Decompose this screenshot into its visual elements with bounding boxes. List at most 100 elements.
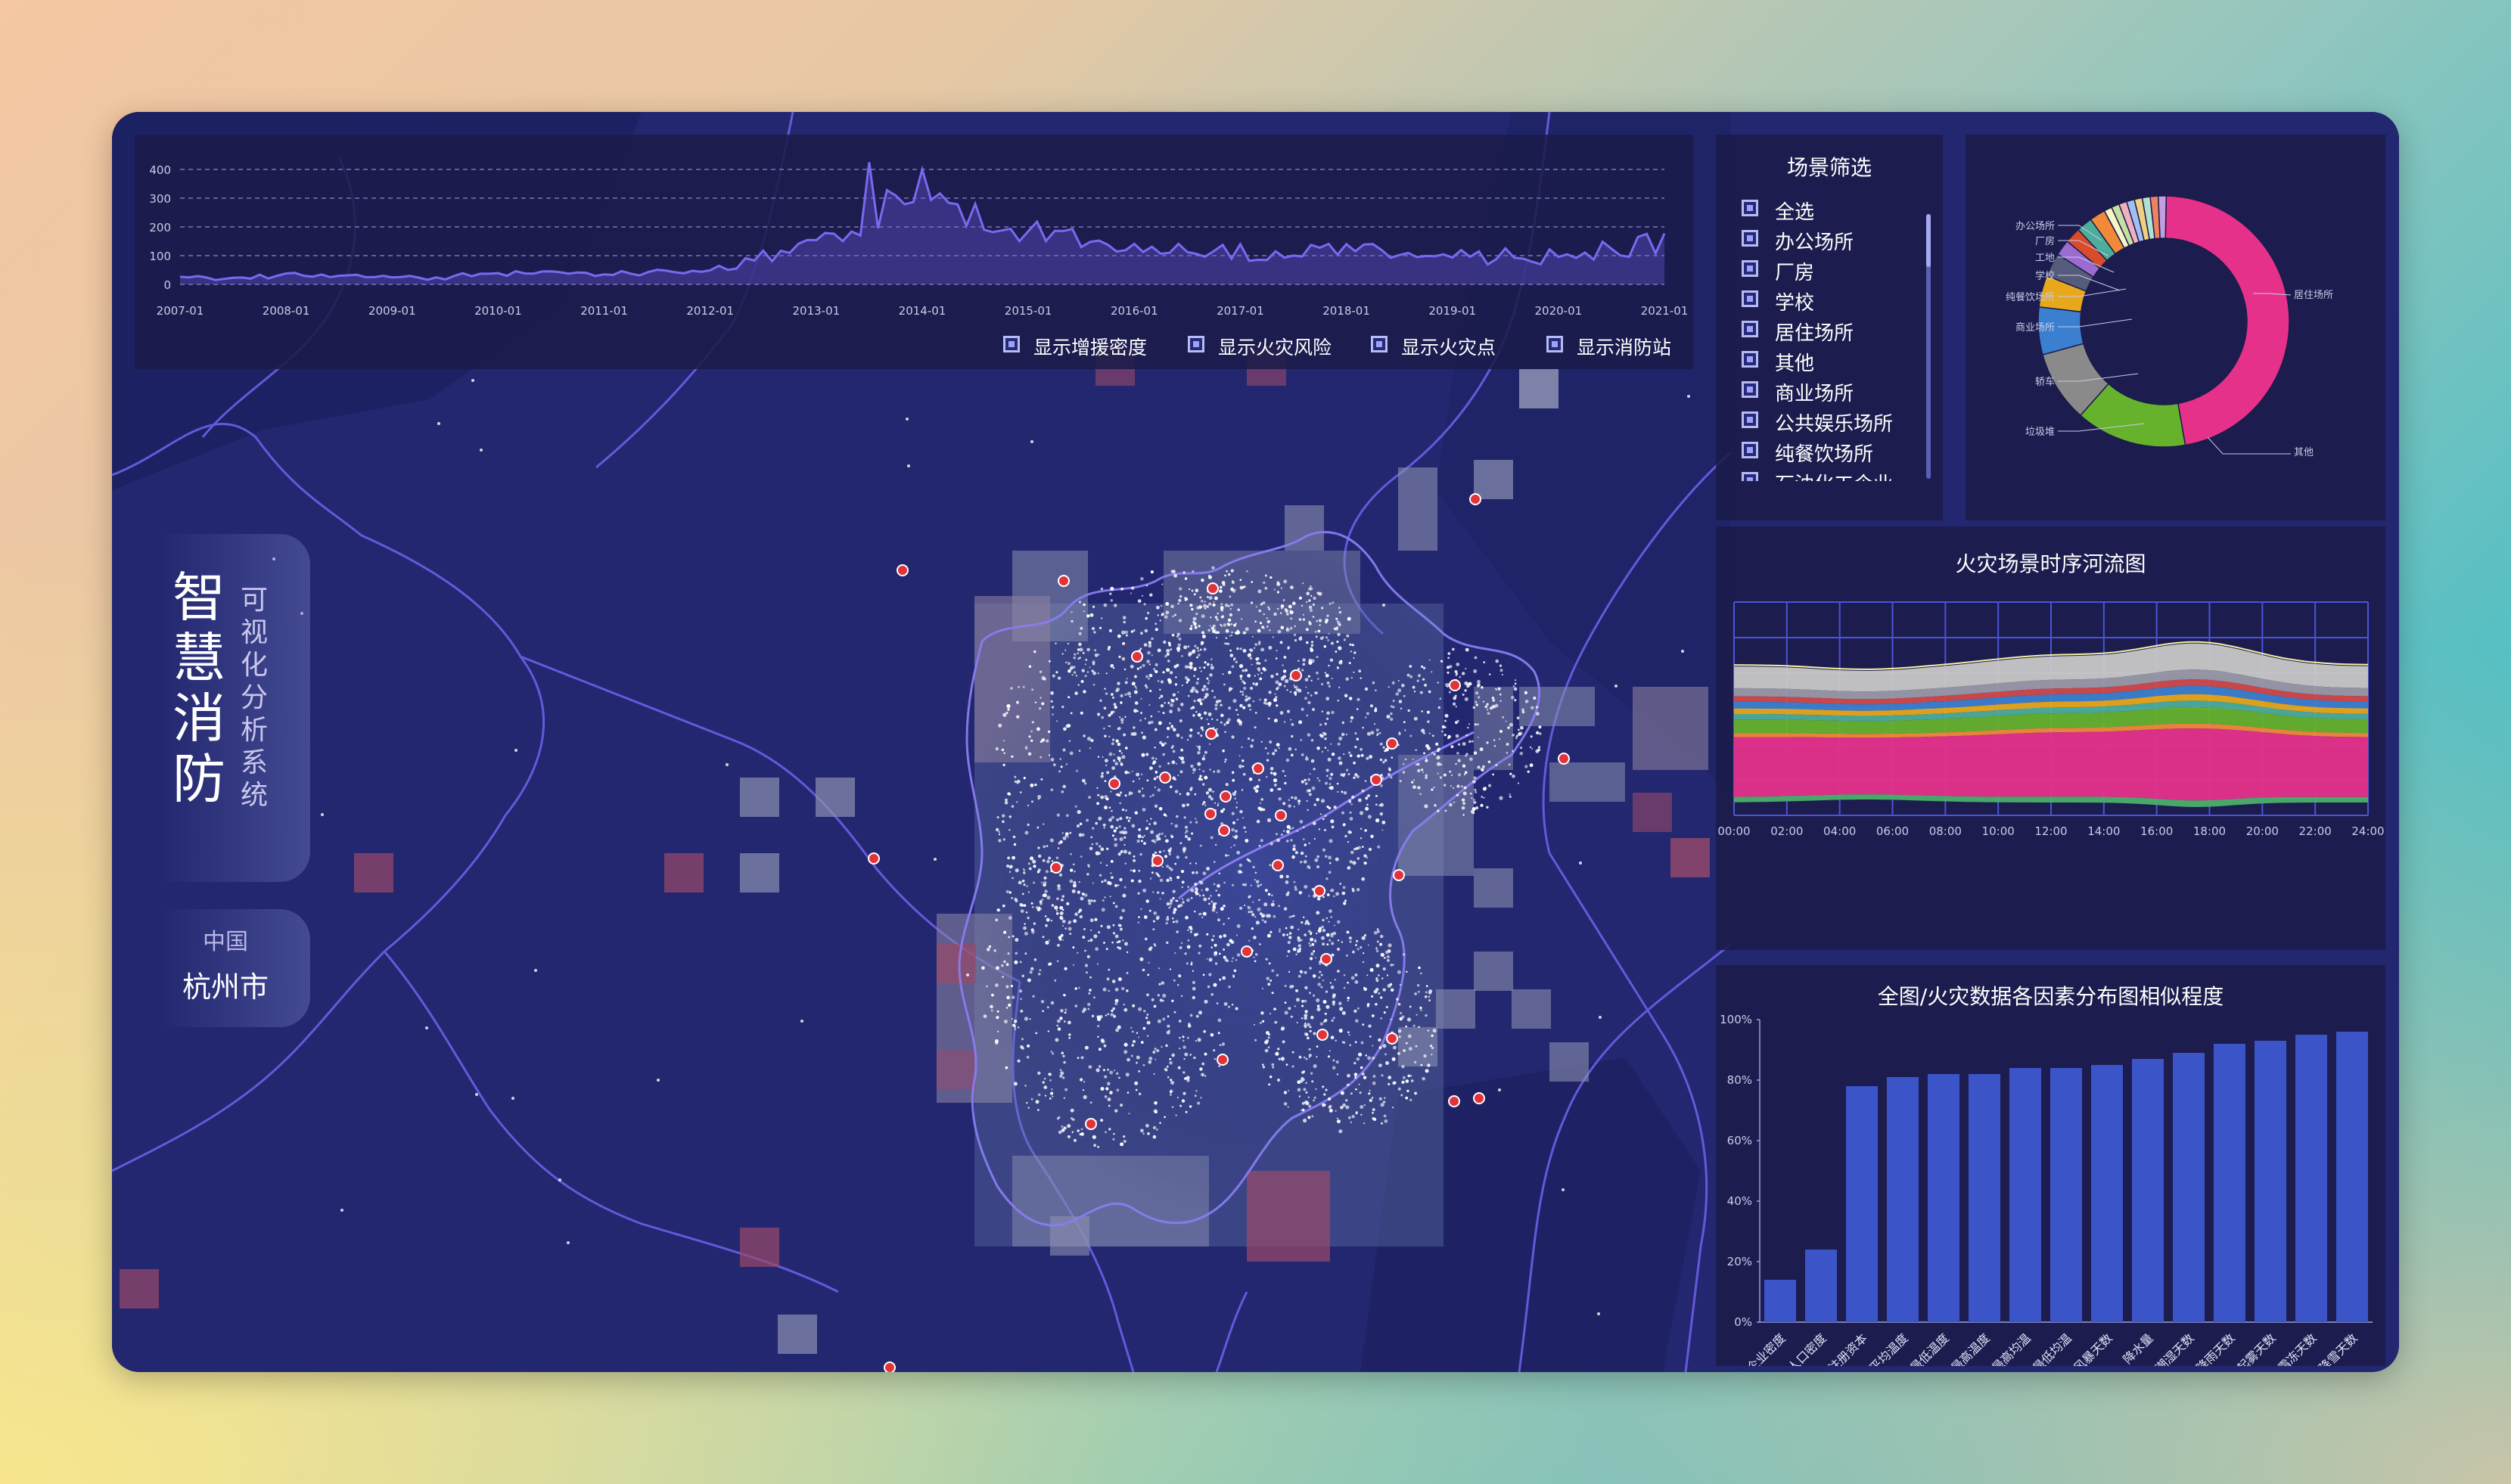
fire-point — [1469, 757, 1473, 761]
fire-point — [1274, 749, 1278, 753]
fire-point — [1336, 1073, 1339, 1076]
sub-title: 可视化分析系统 — [241, 585, 269, 811]
fire-point — [1193, 622, 1197, 626]
fire-point — [1173, 1011, 1176, 1014]
fire-point — [1031, 688, 1034, 691]
checkbox[interactable] — [1742, 230, 1758, 247]
fire-point — [1410, 1079, 1414, 1082]
fire-point — [1114, 604, 1117, 607]
fire-point — [1208, 958, 1213, 962]
fire-point — [1062, 784, 1066, 789]
fire-point — [1052, 713, 1054, 716]
fire-point — [1005, 985, 1009, 989]
fire-point — [1316, 865, 1319, 868]
fire-point — [1023, 926, 1027, 930]
fire-point — [1170, 698, 1173, 701]
fire-point — [1114, 999, 1117, 1002]
fire-point — [1441, 731, 1444, 733]
fire-point — [1471, 809, 1475, 814]
fire-point — [1283, 656, 1287, 659]
fire-point — [1181, 995, 1183, 997]
checkbox[interactable] — [1371, 336, 1388, 352]
scene-river-chart[interactable]: 00:00 02:00 04:00 06:00 08:00 10:00 12:00 14:00… — [1716, 595, 2385, 867]
fire-point — [1154, 787, 1156, 788]
filter-scrollbar[interactable] — [1926, 214, 1931, 479]
fire-point — [1326, 943, 1329, 945]
fire-point — [1198, 745, 1201, 749]
fire-point — [1190, 625, 1193, 627]
fire-point — [1001, 748, 1005, 752]
fire-point — [1024, 830, 1029, 835]
fire-point — [1223, 881, 1226, 884]
checkbox[interactable] — [1003, 336, 1020, 352]
fire-point — [1114, 705, 1117, 709]
fire-point — [1457, 773, 1462, 777]
fire-point — [1370, 731, 1375, 735]
fire-point — [1208, 902, 1210, 905]
fire-point — [1122, 831, 1126, 834]
checkbox[interactable] — [1742, 442, 1758, 458]
city-label[interactable]: 杭州市 — [165, 964, 286, 1005]
fire-point — [1240, 678, 1242, 680]
checkbox[interactable] — [1742, 321, 1758, 337]
checkbox[interactable] — [1742, 290, 1758, 307]
fire-point — [1114, 905, 1118, 908]
fire-point — [1444, 683, 1449, 688]
fire-point — [1536, 731, 1540, 734]
fire-point — [1036, 727, 1040, 731]
fire-point — [1422, 666, 1426, 669]
fire-point — [1182, 1071, 1186, 1074]
checkbox[interactable] — [1742, 260, 1758, 277]
fire-point — [1464, 697, 1468, 701]
fire-timeline-chart[interactable]: 40030020010002007-01 2008-01 2009-01 2010-0… — [135, 135, 1693, 316]
fire-point — [1170, 785, 1173, 789]
fire-point — [1405, 1042, 1408, 1045]
fire-point — [1336, 640, 1339, 644]
fire-point — [1364, 780, 1367, 782]
fire-point — [1347, 999, 1349, 1001]
fire-point — [1097, 756, 1100, 758]
checkbox[interactable] — [1742, 411, 1758, 428]
filter-scroll-thumb[interactable] — [1926, 214, 1931, 267]
fire-point — [1348, 800, 1351, 803]
fire-point — [1064, 1088, 1068, 1091]
fire-point — [1286, 830, 1290, 834]
fire-point — [1180, 748, 1183, 752]
fire-point — [1304, 885, 1308, 889]
fire-point — [1356, 737, 1360, 740]
fire-point — [1312, 708, 1315, 711]
scene-donut-chart[interactable]: 办公场所厂房工地学校纯餐饮场所商业场所轿车垃圾堆居住场所其他 — [1966, 135, 2385, 520]
fire-point — [1192, 986, 1196, 991]
fire-point — [1111, 941, 1114, 944]
fire-point — [1310, 1016, 1314, 1020]
fire-point — [1095, 821, 1098, 825]
fire-point — [1111, 742, 1114, 746]
checkbox[interactable] — [1188, 336, 1204, 352]
fire-point — [1142, 888, 1147, 893]
fire-point — [1486, 741, 1489, 744]
fire-point — [1018, 880, 1022, 885]
bar-x-label: 最低均温 — [2030, 1330, 2074, 1366]
similarity-bar-chart[interactable]: 100%80%60%40%20%0%企业密度人口密度平均注册资本平均温度最低温度… — [1716, 1011, 2385, 1366]
checkbox[interactable] — [1742, 381, 1758, 398]
checkbox[interactable] — [1742, 200, 1758, 216]
checkbox[interactable] — [1742, 351, 1758, 368]
fire-point — [991, 993, 994, 997]
fire-point — [1170, 703, 1174, 707]
checkbox[interactable] — [1742, 472, 1758, 481]
fire-point — [1159, 1122, 1161, 1124]
fire-point — [1063, 1097, 1065, 1099]
fire-point — [1209, 625, 1211, 627]
fire-point — [1265, 702, 1268, 706]
fire-point — [1159, 688, 1161, 691]
fire-point — [1055, 671, 1058, 674]
checkbox[interactable] — [1546, 336, 1563, 352]
fire-point — [1139, 957, 1144, 961]
fire-point — [1457, 759, 1461, 762]
fire-point — [1298, 720, 1303, 725]
fire-point — [1195, 1014, 1199, 1018]
fire-point — [1366, 712, 1369, 716]
fire-point — [1166, 878, 1170, 883]
fire-point — [1123, 886, 1127, 889]
fire-point — [1178, 1020, 1182, 1023]
